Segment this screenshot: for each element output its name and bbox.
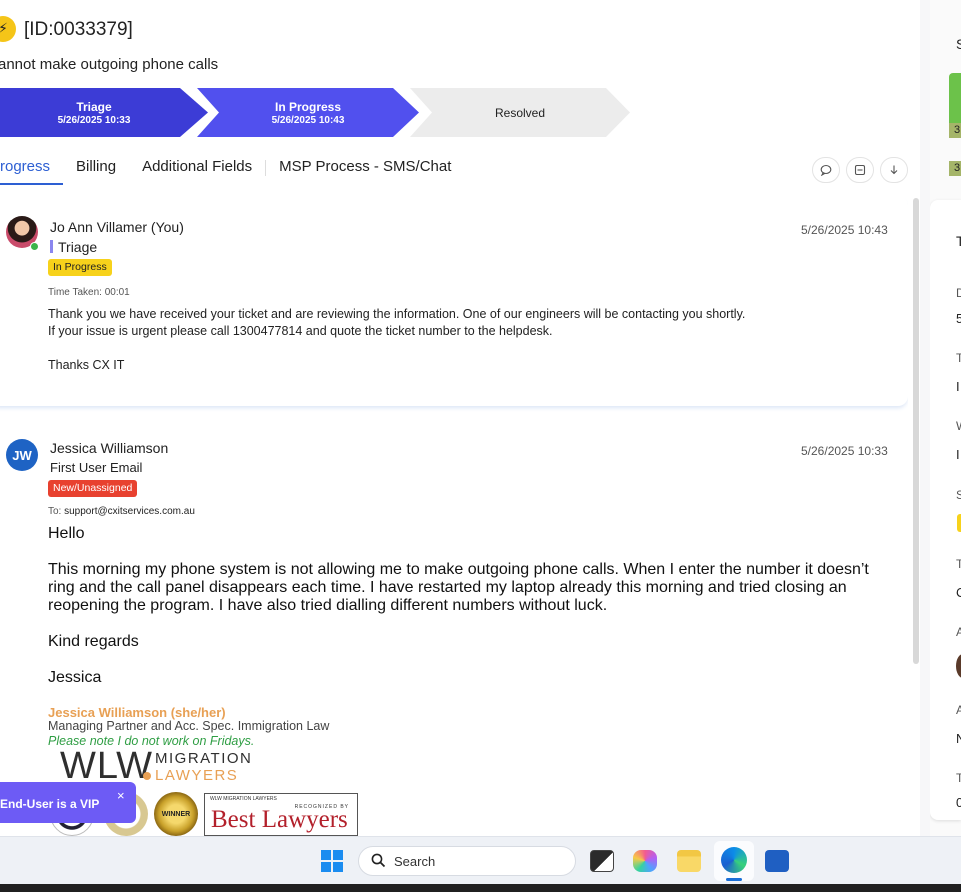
field-label: T — [956, 351, 961, 365]
email-paragraph: This morning my phone system is not allo… — [48, 561, 869, 614]
email-sender-name: Jessica — [48, 669, 102, 686]
activity-stage: First User Email — [50, 460, 143, 475]
field-value: N — [956, 731, 961, 746]
collapse-icon[interactable] — [846, 157, 874, 183]
task-view-icon[interactable] — [590, 850, 614, 872]
panel-divider — [920, 0, 930, 836]
vip-toast-text: End-User is a VIP — [0, 797, 100, 811]
activity-stage: Triage — [50, 239, 97, 255]
download-icon[interactable] — [880, 157, 908, 183]
status-badge: In Progress — [48, 259, 112, 276]
field-value: I — [956, 379, 960, 394]
active-app-indicator — [726, 878, 742, 881]
activity-scrollbar[interactable] — [913, 198, 919, 664]
field-label: A — [956, 703, 961, 717]
details-title: T — [956, 233, 961, 249]
windows-start-icon[interactable] — [321, 850, 343, 872]
sla-value: 3 — [954, 124, 961, 136]
activity-card: Jo Ann Villamer (You) 5/26/2025 10:43 Tr… — [0, 196, 908, 406]
email-recipient: To: support@cxitservices.com.au — [48, 506, 195, 517]
activity-body-line: If your issue is urgent please call 1300… — [48, 324, 553, 338]
tab-msp-process[interactable]: MSP Process - SMS/Chat — [266, 156, 464, 185]
online-status-icon — [30, 242, 39, 251]
stage-name: Resolved — [494, 105, 546, 120]
microsoft-store-icon[interactable] — [765, 850, 789, 872]
stage-date: 5/26/2025 10:33 — [57, 114, 131, 126]
winner-medal-icon: WINNER — [154, 792, 198, 836]
stage-name: In Progress — [274, 99, 342, 114]
stage-resolved[interactable]: Resolved — [410, 88, 630, 137]
logo-wordmark: MIGRATION LAWYERS — [155, 750, 252, 784]
signature-name: Jessica Williamson (she/her) — [48, 705, 226, 720]
taskbar-edge — [0, 884, 961, 892]
details-heading: S — [956, 36, 961, 52]
recipient-address: support@cxitservices.com.au — [64, 506, 195, 517]
stage-name: Triage — [76, 99, 112, 114]
field-label: S — [956, 488, 961, 502]
sla-value: 3 — [954, 162, 961, 174]
ticket-id: [ID:0033379] — [24, 19, 133, 40]
activity-stage-label: Triage — [58, 239, 98, 255]
ticket-details-panel: S 3 3 T D 5 T I W I S T C A A N T 0 — [930, 0, 961, 836]
field-value: 5 — [956, 311, 961, 326]
tab-progress[interactable]: rogress — [0, 156, 64, 185]
field-label: W — [956, 419, 961, 433]
vip-toast: End-User is a VIP × — [0, 782, 136, 823]
best-lawyers-badge: WLW MIGRATION LAWYERS RECOGNIZED BY Best… — [204, 793, 358, 836]
activity-feed: Jo Ann Villamer (You) 5/26/2025 10:43 Tr… — [0, 196, 908, 836]
stage-in-progress[interactable]: In Progress 5/26/2025 10:43 — [197, 88, 419, 137]
status-badge: New/Unassigned — [48, 480, 138, 497]
field-label: T — [956, 557, 961, 571]
ticket-page: ⚡ [ID:0033379] annot make outgoing phone… — [0, 0, 961, 892]
logo-dot — [143, 772, 151, 780]
copilot-icon[interactable] — [633, 850, 657, 872]
ticket-tabs: rogress Billing Additional Fields MSP Pr… — [0, 156, 464, 185]
taskbar: Search — [0, 836, 961, 884]
tab-additional-fields[interactable]: Additional Fields — [129, 156, 265, 185]
field-value: I — [956, 447, 960, 462]
avatar: JW — [6, 439, 38, 471]
taskbar-search[interactable]: Search — [358, 846, 576, 876]
activity-body-line: Thanks CX IT — [48, 358, 125, 372]
signature-title: Managing Partner and Acc. Spec. Immigrat… — [48, 719, 330, 733]
logo-word-lawyers: LAWYERS — [155, 767, 239, 784]
activity-body-line: Thank you we have received your ticket a… — [48, 307, 746, 321]
best-lawyers-firm: WLW MIGRATION LAWYERS — [210, 796, 277, 802]
comment-icon[interactable] — [812, 157, 840, 183]
email-closing: Kind regards — [48, 633, 139, 650]
field-value: C — [956, 585, 961, 600]
field-label: A — [956, 625, 961, 639]
field-label: T — [956, 771, 961, 785]
stage-date: 5/26/2025 10:43 — [271, 114, 345, 126]
activity-actions — [812, 157, 908, 183]
lightning-icon: ⚡ — [0, 16, 16, 42]
status-badge — [957, 514, 961, 532]
stage-marker — [50, 240, 53, 253]
recipient-label: To: — [48, 506, 62, 517]
logo-word-migration: MIGRATION — [155, 750, 253, 767]
stage-triage[interactable]: Triage 5/26/2025 10:33 — [0, 88, 208, 137]
activity-author: Jo Ann Villamer (You) — [50, 219, 184, 235]
ticket-subject: annot make outgoing phone calls — [0, 56, 219, 73]
file-explorer-icon[interactable] — [677, 850, 701, 872]
sla-indicator — [949, 73, 961, 123]
time-taken: Time Taken: 00:01 — [48, 287, 130, 298]
activity-timestamp: 5/26/2025 10:33 — [801, 444, 888, 458]
best-lawyers-title: Best Lawyers — [211, 806, 348, 833]
email-greeting: Hello — [48, 525, 85, 542]
activity-timestamp: 5/26/2025 10:43 — [801, 223, 888, 237]
activity-author: Jessica Williamson — [50, 440, 169, 456]
stage-progress-bar: Triage 5/26/2025 10:33 In Progress 5/26/… — [0, 88, 640, 137]
edge-browser-icon[interactable] — [721, 847, 747, 873]
close-icon[interactable]: × — [117, 788, 125, 803]
tab-billing[interactable]: Billing — [63, 156, 129, 185]
search-icon — [371, 853, 386, 872]
field-value: 0 — [956, 795, 961, 810]
search-label: Search — [394, 854, 436, 869]
field-label: D — [956, 286, 961, 300]
